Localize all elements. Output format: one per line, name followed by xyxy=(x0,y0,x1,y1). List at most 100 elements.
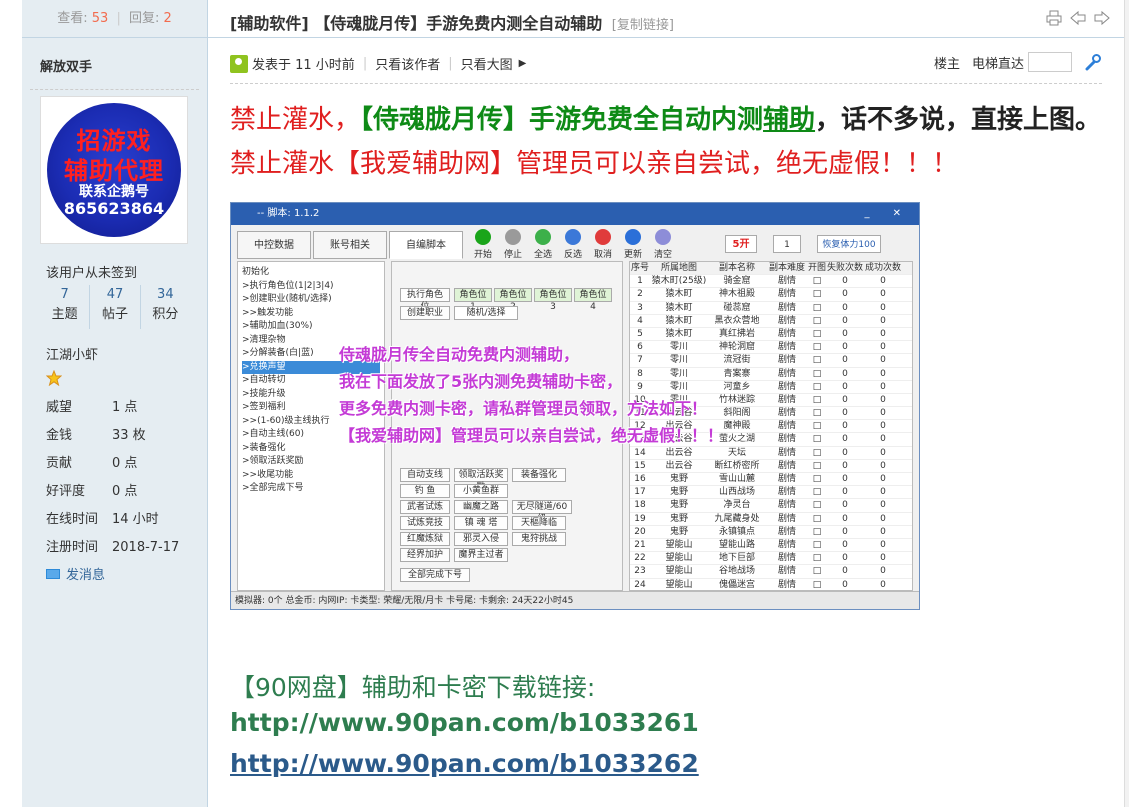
only-author-link[interactable]: 只看该作者 xyxy=(375,54,440,73)
grid-cell: 望能山 xyxy=(665,579,693,590)
shot-restore-hp-button: 恢复体力100 xyxy=(817,235,881,253)
download-title: 【90网盘】辅助和卡密下载链接: xyxy=(230,673,596,702)
copy-link[interactable]: [复制链接] xyxy=(612,18,674,33)
stop-icon xyxy=(505,229,521,245)
author-fields: 威望 1 点 金钱 33 枚 贡献 0 点 好评度 0 点 在线时间 14 小时 注册时间… xyxy=(46,394,206,562)
post-main: [辅助软件] 【侍魂胧月传】手游免费内测全自动辅助 [复制链接] 发表于 11 … xyxy=(208,0,1124,807)
overlay-line: 我在下面发放了5张内测免费辅助卡密， xyxy=(339,372,623,391)
shot-button: 天樞降临 xyxy=(512,516,566,530)
envelope-icon xyxy=(46,568,60,579)
grid-head-cell: 所属地图 xyxy=(660,263,697,273)
grid-cell: 鬼野 xyxy=(669,513,688,524)
shot-toolbar: 开始 停止 全选 反选 取消 更新 清空 xyxy=(473,229,673,260)
field-label: 在线时间 xyxy=(46,512,99,527)
grid-cell: 0 xyxy=(842,487,848,498)
previous-thread-icon[interactable] xyxy=(1070,10,1086,26)
grid-cell: 0 xyxy=(842,566,848,577)
floor-jump-input[interactable] xyxy=(1028,52,1072,72)
grid-cell: 0 xyxy=(880,460,886,471)
shot-button: 幽魔之路 xyxy=(454,500,508,514)
shot-tab: 账号相关 xyxy=(313,231,387,259)
grid-cell: □ xyxy=(812,579,822,590)
download-link-2[interactable]: http://www.90pan.com/b1033262 xyxy=(230,749,699,778)
grid-cell: 猿木町 xyxy=(665,289,693,300)
grid-row: 1 猿木町(25级) 骑金窟 剧情 □ 0 0 xyxy=(630,275,912,289)
grid-cell: 5 xyxy=(637,328,643,339)
tree-item: >辅助加血(30%) xyxy=(242,321,313,331)
grid-cell: 0 xyxy=(880,566,886,577)
field-value: 0 点 xyxy=(112,484,138,499)
grid-row: 2 猿木町 神木祖殿 剧情 □ 0 0 xyxy=(630,288,912,302)
grid-head-cell: 副本难度 xyxy=(768,263,805,273)
grid-cell: 4 xyxy=(637,315,643,326)
grid-cell: 16 xyxy=(634,474,646,484)
grid-cell: 剧情 xyxy=(777,487,796,498)
grid-cell: 剧情 xyxy=(777,526,796,537)
grid-row: 15 出云谷 断红桥密所 剧情 □ 0 0 xyxy=(630,460,912,473)
grid-cell: 剧情 xyxy=(777,566,796,577)
grid-cell: 0 xyxy=(880,513,886,524)
avatar-image: 招游戏 辅助代理 联系企鹅号 865623864 xyxy=(47,103,181,237)
user-rank[interactable]: 江湖小虾 xyxy=(46,344,98,363)
thread-title[interactable]: [辅助软件] 【侍魂胧月传】手游免费内测全自动辅助 xyxy=(230,14,602,33)
grid-cell: 20 xyxy=(634,526,646,537)
meta-divider: | xyxy=(448,56,453,71)
author-name[interactable]: 解放双手 xyxy=(30,38,199,90)
field-contribution: 贡献 0 点 xyxy=(46,450,206,478)
count-topics[interactable]: 7 主题 xyxy=(40,285,91,329)
grid-cell: 0 xyxy=(842,276,848,287)
grid-head-cell: 失败次数 xyxy=(826,263,863,273)
next-thread-icon[interactable] xyxy=(1094,10,1110,26)
grid-cell: 断红桥密所 xyxy=(714,460,760,471)
grid-cell: 0 xyxy=(880,315,886,326)
count-posts[interactable]: 47 帖子 xyxy=(90,285,141,329)
grid-head-cell: 成功次数 xyxy=(864,263,901,273)
post-screenshot-image[interactable]: -- 脚本: 1.1.2 _ ✕ 中控数据 账号相关 自编脚本 开始 停止 全选… xyxy=(230,202,920,610)
views-count: 53 xyxy=(91,11,109,26)
thread-stats: 查看: 53 | 回复: 2 xyxy=(22,0,207,38)
grid-cell: 出云谷 xyxy=(665,460,693,471)
shot-tool: 停止 xyxy=(503,229,523,260)
select-all-icon xyxy=(535,229,551,245)
star-icon xyxy=(46,370,62,386)
grid-cell: 猿木町 xyxy=(665,315,693,326)
shot-tool: 开始 xyxy=(473,229,493,260)
grid-cell: □ xyxy=(812,513,822,524)
grid-cell: 骑金窟 xyxy=(723,276,751,287)
grid-cell: 1 xyxy=(637,276,643,287)
shot-tool: 清空 xyxy=(653,229,673,260)
shot-tool: 取消 xyxy=(593,229,613,260)
send-message-link[interactable]: 发消息 xyxy=(46,564,105,583)
headline-keyword-link[interactable]: 辅助 xyxy=(763,105,815,135)
play-icon xyxy=(475,229,491,245)
grid-cell: 傀儡迷宫 xyxy=(718,579,755,590)
replies-label: 回复: xyxy=(128,11,160,26)
shot-tab: 中控数据 xyxy=(237,231,311,259)
caret-right-icon[interactable]: ▶ xyxy=(519,58,527,69)
grid-cell: 黑衣众营地 xyxy=(714,315,760,326)
big-image-link[interactable]: 只看大图 xyxy=(461,54,513,73)
send-message-label: 发消息 xyxy=(66,568,106,583)
field-label: 好评度 xyxy=(46,484,86,499)
grid-cell: □ xyxy=(812,487,822,498)
wrench-icon[interactable] xyxy=(1084,53,1102,71)
shot-tool-label: 更新 xyxy=(623,250,642,260)
grid-cell: 18 xyxy=(634,500,646,511)
grid-cell: 0 xyxy=(880,553,886,564)
download-link-1[interactable]: http://www.90pan.com/b1033261 xyxy=(230,708,699,737)
clear-icon xyxy=(655,229,671,245)
overlay-line: 侍魂胧月传全自动免费内测辅助， xyxy=(339,345,580,364)
grid-row: 18 鬼野 净灵台 剧情 □ 0 0 xyxy=(630,499,912,513)
shot-button: 执行角色位 xyxy=(400,288,450,312)
avatar[interactable]: 招游戏 辅助代理 联系企鹅号 865623864 xyxy=(40,96,188,244)
grid-cell: 鬼野 xyxy=(669,526,688,537)
count-points[interactable]: 34 积分 xyxy=(141,285,190,329)
grid-cell: 0 xyxy=(842,513,848,524)
grid-cell: 0 xyxy=(880,539,886,550)
grid-row: 21 望能山 望能山路 剧情 □ 0 0 xyxy=(630,539,912,553)
field-value: 2018-7-17 xyxy=(112,540,180,555)
shot-tool-label: 反选 xyxy=(563,250,582,260)
print-icon[interactable] xyxy=(1046,10,1062,26)
field-label: 威望 xyxy=(46,400,73,415)
shot-checkbox: 角色位1 xyxy=(454,288,492,312)
